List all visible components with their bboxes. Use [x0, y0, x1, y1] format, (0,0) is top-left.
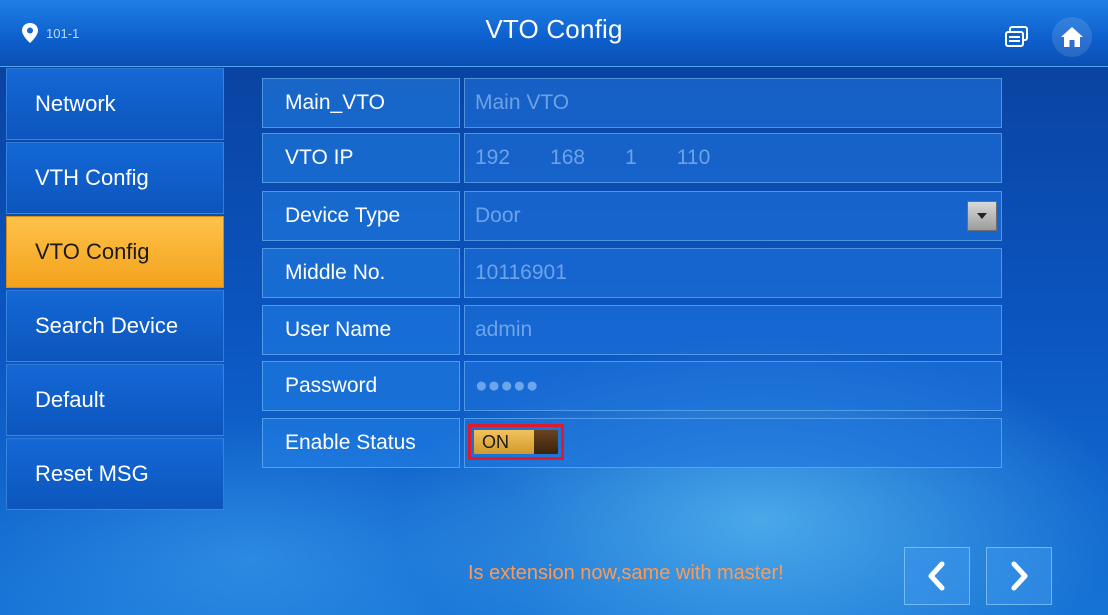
messages-button[interactable]	[1000, 20, 1034, 54]
main-vto-label: Main_VTO	[262, 78, 460, 128]
device-type-label: Device Type	[262, 191, 460, 241]
sidebar-item-vth-config[interactable]: VTH Config	[6, 142, 224, 214]
sidebar-item-label: Network	[35, 91, 116, 116]
next-page-button[interactable]	[986, 547, 1052, 605]
previous-page-button[interactable]	[904, 547, 970, 605]
chevron-down-icon	[977, 213, 987, 219]
messages-icon	[1005, 26, 1028, 47]
device-type-value: Door	[475, 204, 521, 227]
ip-segment-1[interactable]: 192	[475, 146, 510, 170]
user-name-label: User Name	[262, 305, 460, 355]
sidebar-item-label: VTO Config	[35, 239, 150, 264]
home-button[interactable]	[1052, 17, 1092, 57]
chevron-right-icon	[1011, 561, 1028, 591]
extension-notice: Is extension now,same with master!	[468, 562, 784, 584]
ip-segment-3[interactable]: 1	[625, 146, 637, 170]
ip-segment-4[interactable]: 110	[677, 146, 710, 170]
header-bar: 101-1 VTO Config	[0, 0, 1108, 67]
enable-status-label: Enable Status	[262, 418, 460, 468]
password-label: Password	[262, 361, 460, 411]
form-row-user-name: User Name admin	[262, 305, 1002, 355]
sidebar-item-search-device[interactable]: Search Device	[6, 290, 224, 362]
sidebar-item-default[interactable]: Default	[6, 364, 224, 436]
toggle-knob[interactable]	[534, 430, 558, 454]
enable-status-toggle[interactable]: ON	[474, 430, 558, 454]
home-icon	[1061, 27, 1083, 47]
password-field[interactable]: ●●●●●	[464, 361, 1002, 411]
sidebar-item-label: Default	[35, 387, 105, 412]
main-vto-field[interactable]: Main VTO	[464, 78, 1002, 128]
form-row-password: Password ●●●●●	[262, 361, 1002, 411]
toggle-state-label: ON	[482, 431, 509, 452]
user-name-field[interactable]: admin	[464, 305, 1002, 355]
device-type-dropdown-button[interactable]	[967, 201, 997, 231]
chevron-left-icon	[928, 561, 945, 591]
form-row-middle-no: Middle No. 10116901	[262, 248, 1002, 298]
sidebar-item-label: Reset MSG	[35, 461, 149, 486]
screen-background: 101-1 VTO Config Network VTH Config VTO …	[0, 0, 1108, 615]
sidebar-item-label: Search Device	[35, 313, 179, 338]
sidebar-item-reset-msg[interactable]: Reset MSG	[6, 438, 224, 510]
form-row-vto-ip: VTO IP 192 168 1 110	[262, 133, 1002, 183]
sidebar-item-label: VTH Config	[35, 165, 149, 190]
sidebar-item-vto-config[interactable]: VTO Config	[6, 216, 224, 288]
sidebar-menu: Network VTH Config VTO Config Search Dev…	[6, 68, 224, 610]
form-row-main-vto: Main_VTO Main VTO	[262, 78, 1002, 128]
enable-status-highlight: ON	[468, 424, 564, 460]
middle-no-label: Middle No.	[262, 248, 460, 298]
page-title: VTO Config	[485, 14, 623, 44]
vto-ip-label: VTO IP	[262, 133, 460, 183]
form-row-device-type: Device Type Door	[262, 191, 1002, 241]
ip-segment-2[interactable]: 168	[550, 146, 585, 170]
vto-ip-field[interactable]: 192 168 1 110	[464, 133, 1002, 183]
sidebar-item-network[interactable]: Network	[6, 68, 224, 140]
form-row-enable-status: Enable Status ON	[262, 418, 1002, 468]
device-type-select[interactable]: Door	[464, 191, 1002, 241]
middle-no-field[interactable]: 10116901	[464, 248, 1002, 298]
